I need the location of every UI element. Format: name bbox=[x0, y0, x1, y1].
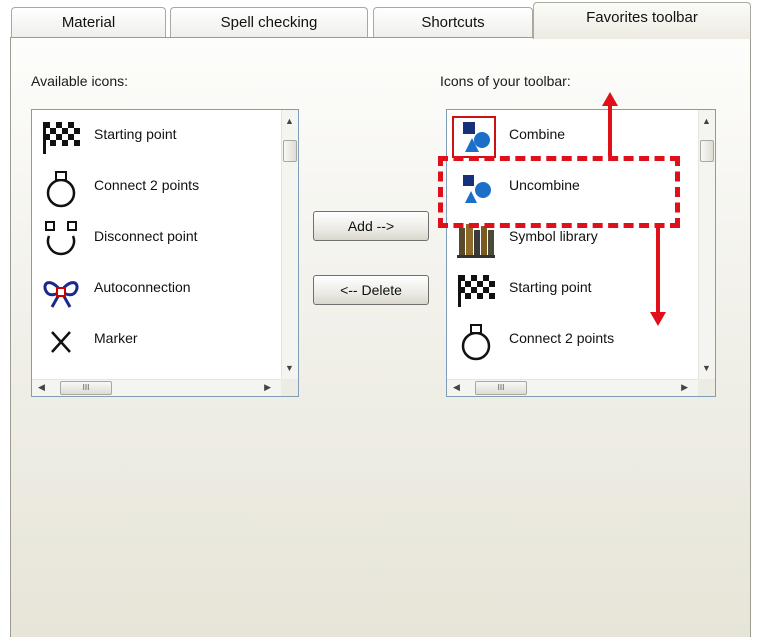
toolbar-icons-label: Icons of your toolbar: bbox=[440, 73, 571, 89]
scroll-up-arrow-icon[interactable]: ▲ bbox=[702, 116, 711, 126]
tab-label: Shortcuts bbox=[421, 14, 485, 31]
item-label: Connect 2 points bbox=[509, 330, 615, 346]
horizontal-scrollbar[interactable]: ◀ III ▶ bbox=[32, 379, 281, 396]
scroll-thumb[interactable]: III bbox=[475, 381, 527, 395]
delete-button[interactable]: <-- Delete bbox=[313, 275, 429, 305]
tab-spell-checking[interactable]: Spell checking bbox=[170, 7, 368, 38]
scroll-thumb[interactable]: III bbox=[60, 381, 112, 395]
list-item[interactable]: Starting point bbox=[36, 110, 266, 160]
vertical-scrollbar[interactable]: ▲ ▼ bbox=[698, 110, 715, 379]
scroll-down-arrow-icon[interactable]: ▼ bbox=[702, 363, 711, 373]
list-item[interactable]: Connect 2 points bbox=[451, 314, 681, 364]
tab-bar: Material Spell checking Shortcuts Favori… bbox=[0, 0, 758, 40]
scroll-thumb[interactable] bbox=[700, 140, 714, 162]
dashed-selection-annotation bbox=[438, 156, 680, 228]
autoconnection-icon bbox=[43, 281, 79, 308]
item-label: Combine bbox=[509, 126, 566, 142]
marker-x-icon bbox=[51, 331, 71, 353]
list-item[interactable]: Autoconnection bbox=[36, 263, 266, 313]
available-icons-list[interactable]: Starting point Connect 2 points Disconne… bbox=[31, 109, 299, 397]
selected-item-highlight bbox=[452, 116, 496, 158]
list-item[interactable]: Marker bbox=[36, 314, 266, 364]
item-label: Marker bbox=[94, 330, 138, 346]
item-label: Disconnect point bbox=[94, 228, 198, 244]
available-icons-label: Available icons: bbox=[31, 73, 129, 89]
item-label: Connect 2 points bbox=[94, 177, 200, 193]
scroll-corner bbox=[698, 379, 715, 396]
scroll-left-arrow-icon[interactable]: ◀ bbox=[453, 382, 460, 393]
scroll-right-arrow-icon[interactable]: ▶ bbox=[681, 382, 688, 393]
scroll-corner bbox=[281, 379, 298, 396]
tab-favorites-toolbar[interactable]: Favorites toolbar bbox=[533, 2, 751, 39]
tab-material[interactable]: Material bbox=[11, 7, 166, 38]
scroll-thumb[interactable] bbox=[283, 140, 297, 162]
list-item[interactable]: Starting point bbox=[451, 263, 681, 313]
item-label: Symbol library bbox=[509, 228, 598, 244]
scroll-up-arrow-icon[interactable]: ▲ bbox=[285, 116, 294, 126]
tab-shortcuts[interactable]: Shortcuts bbox=[373, 7, 533, 38]
checkered-flag-icon bbox=[43, 122, 80, 154]
scroll-right-arrow-icon[interactable]: ▶ bbox=[264, 382, 271, 393]
item-label: Autoconnection bbox=[94, 279, 191, 295]
list-item[interactable]: Connect 2 points bbox=[36, 161, 266, 211]
connect-points-icon bbox=[46, 171, 76, 208]
item-label: Starting point bbox=[509, 279, 592, 295]
list-item[interactable]: Disconnect point bbox=[36, 212, 266, 262]
connect-points-icon bbox=[461, 324, 491, 361]
scroll-left-arrow-icon[interactable]: ◀ bbox=[38, 382, 45, 393]
checkered-flag-icon bbox=[458, 275, 495, 307]
vertical-scrollbar[interactable]: ▲ ▼ bbox=[281, 110, 298, 379]
tab-label: Favorites toolbar bbox=[586, 9, 698, 26]
tab-label: Spell checking bbox=[220, 14, 318, 31]
disconnect-point-icon bbox=[45, 221, 77, 256]
horizontal-scrollbar[interactable]: ◀ III ▶ bbox=[447, 379, 698, 396]
item-label: Starting point bbox=[94, 126, 177, 142]
scroll-down-arrow-icon[interactable]: ▼ bbox=[285, 363, 294, 373]
add-button[interactable]: Add --> bbox=[313, 211, 429, 241]
tab-label: Material bbox=[61, 14, 116, 31]
